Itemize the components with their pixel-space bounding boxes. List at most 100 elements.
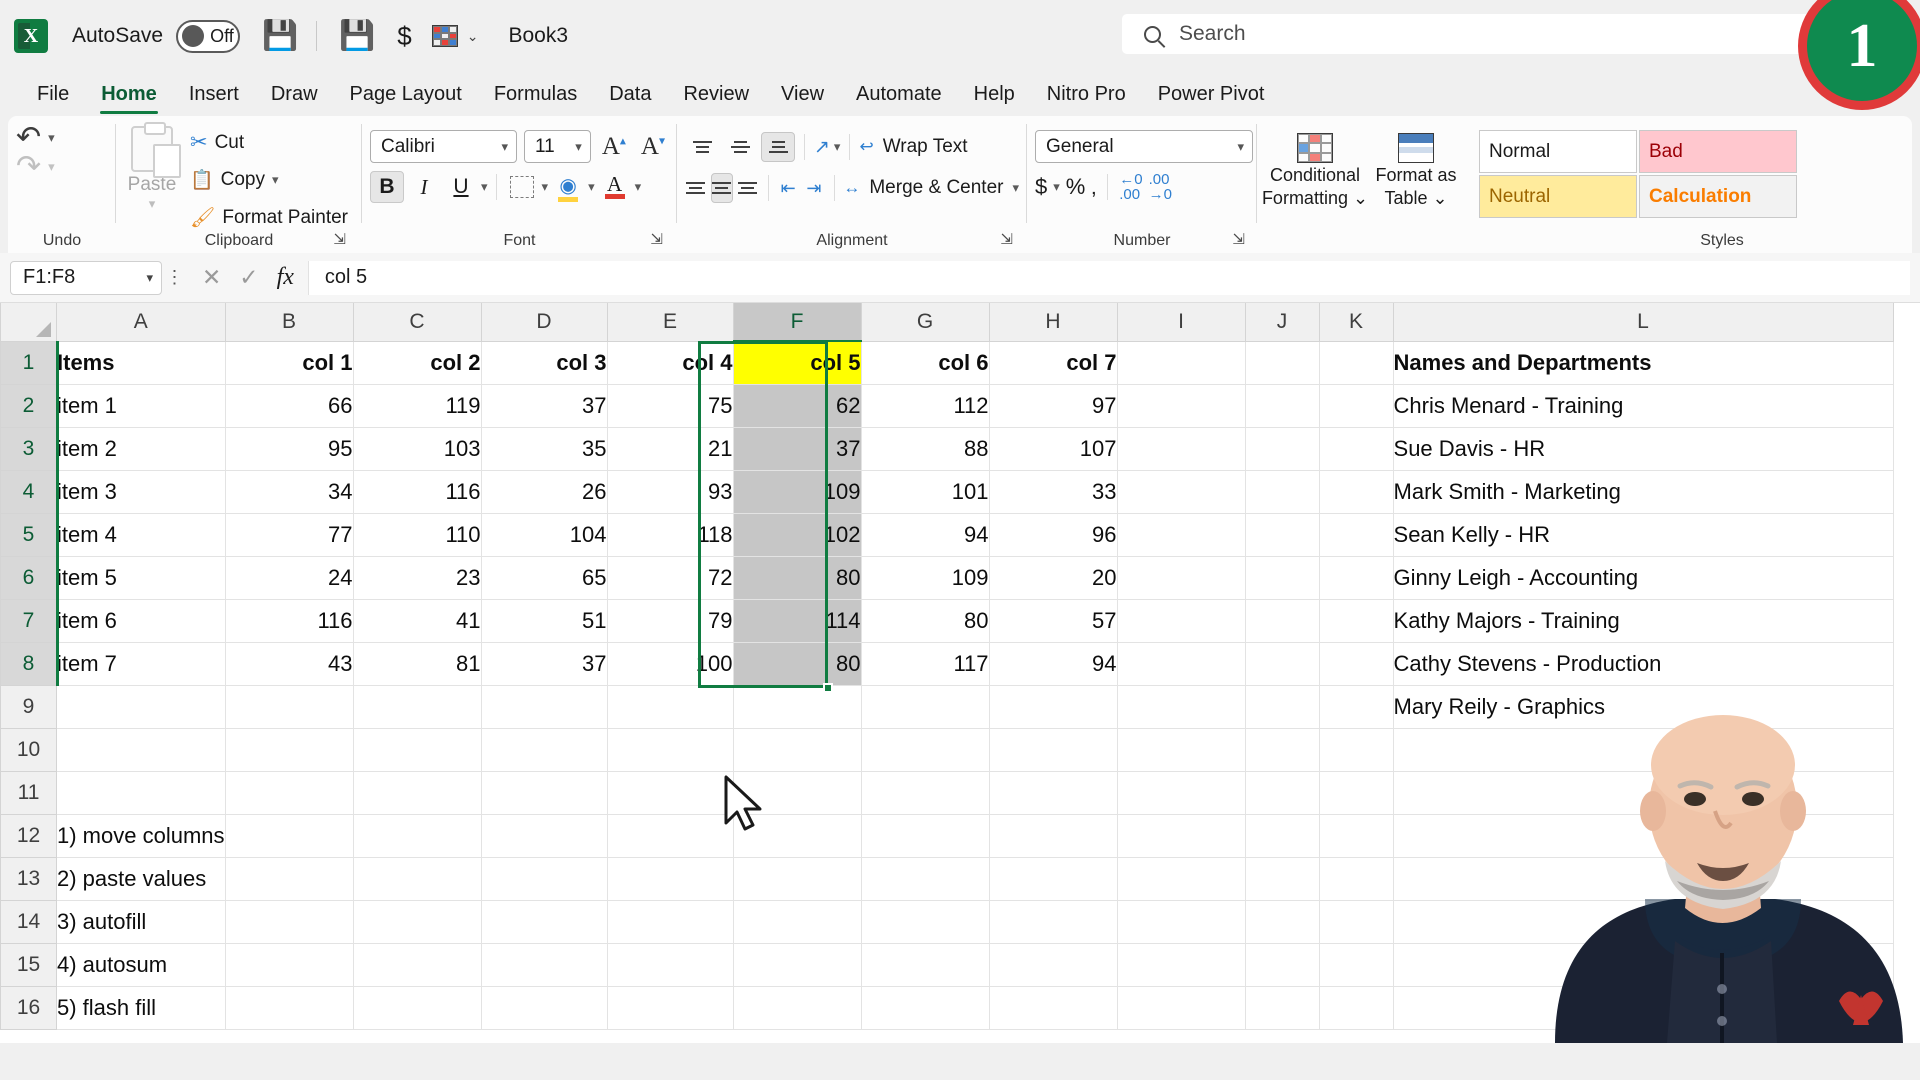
cell-f8[interactable]: 80: [733, 642, 861, 685]
insert-function-icon[interactable]: fx: [277, 264, 294, 291]
cell-d13[interactable]: [481, 857, 607, 900]
cell-i5[interactable]: [1117, 513, 1245, 556]
cell-h16[interactable]: [989, 986, 1117, 1029]
cell-c4[interactable]: 116: [353, 470, 481, 513]
cell-e10[interactable]: [607, 728, 733, 771]
cell-c7[interactable]: 41: [353, 599, 481, 642]
cell-f14[interactable]: [733, 900, 861, 943]
paste-button[interactable]: Paste ▾: [124, 122, 180, 212]
cell-d3[interactable]: 35: [481, 427, 607, 470]
cell-a11[interactable]: [57, 771, 226, 814]
cell-i4[interactable]: [1117, 470, 1245, 513]
align-bottom-button[interactable]: [761, 132, 795, 162]
cell-k2[interactable]: [1319, 384, 1393, 427]
cell-j14[interactable]: [1245, 900, 1319, 943]
cell-a14[interactable]: 3) autofill: [57, 900, 226, 943]
cell-j13[interactable]: [1245, 857, 1319, 900]
cell-e6[interactable]: 72: [607, 556, 733, 599]
cell-k7[interactable]: [1319, 599, 1393, 642]
tab-power-pivot[interactable]: Power Pivot: [1143, 79, 1280, 116]
cell-d11[interactable]: [481, 771, 607, 814]
row-header-6[interactable]: 6: [1, 556, 57, 599]
redo-button[interactable]: ↷ ▾: [16, 157, 55, 177]
cell-f4[interactable]: 109: [733, 470, 861, 513]
cut-button[interactable]: ✂ Cut: [184, 127, 354, 158]
cell-k16[interactable]: [1319, 986, 1393, 1029]
italic-button[interactable]: I: [407, 171, 441, 203]
cell-d10[interactable]: [481, 728, 607, 771]
cell-j8[interactable]: [1245, 642, 1319, 685]
cell-g4[interactable]: 101: [861, 470, 989, 513]
clipboard-dialog-launcher-icon[interactable]: ⇲: [333, 230, 346, 248]
cell-b7[interactable]: 116: [225, 599, 353, 642]
font-dialog-launcher-icon[interactable]: ⇲: [650, 230, 663, 248]
paste-chevron-down-icon[interactable]: ▾: [149, 196, 156, 212]
bold-button[interactable]: B: [370, 171, 404, 203]
cell-g9[interactable]: [861, 685, 989, 728]
cell-k9[interactable]: [1319, 685, 1393, 728]
cell-h7[interactable]: 57: [989, 599, 1117, 642]
cell-b10[interactable]: [225, 728, 353, 771]
cell-k12[interactable]: [1319, 814, 1393, 857]
column-header-d[interactable]: D: [481, 303, 607, 341]
style-bad[interactable]: Bad: [1639, 130, 1797, 173]
tab-formulas[interactable]: Formulas: [479, 79, 592, 116]
font-name-combo[interactable]: Calibri ▾: [370, 130, 517, 163]
tab-insert[interactable]: Insert: [174, 79, 254, 116]
tab-nitro-pro[interactable]: Nitro Pro: [1032, 79, 1141, 116]
accounting-chevron-down-icon[interactable]: ▾: [1053, 179, 1060, 195]
font-color-chevron-down-icon[interactable]: ▾: [635, 179, 642, 195]
cell-l1[interactable]: Names and Departments: [1393, 341, 1893, 384]
format-as-table-button[interactable]: Format as Table ⌄: [1369, 130, 1463, 212]
column-header-j[interactable]: J: [1245, 303, 1319, 341]
comma-format-button[interactable]: ‚: [1091, 174, 1096, 200]
cell-b5[interactable]: 77: [225, 513, 353, 556]
cell-g11[interactable]: [861, 771, 989, 814]
cell-h1[interactable]: col 7: [989, 341, 1117, 384]
cell-i11[interactable]: [1117, 771, 1245, 814]
cell-b12[interactable]: [225, 814, 353, 857]
cell-f2[interactable]: 62: [733, 384, 861, 427]
cell-g1[interactable]: col 6: [861, 341, 989, 384]
cell-i1[interactable]: [1117, 341, 1245, 384]
cell-g8[interactable]: 117: [861, 642, 989, 685]
merge-center-button[interactable]: ↔ Merge & Center ▾: [843, 177, 1019, 199]
cell-l3[interactable]: Sue Davis - HR: [1393, 427, 1893, 470]
copy-chevron-down-icon[interactable]: ▾: [272, 172, 279, 188]
tab-view[interactable]: View: [766, 79, 839, 116]
cell-a6[interactable]: item 5: [57, 556, 226, 599]
cell-b6[interactable]: 24: [225, 556, 353, 599]
decrease-indent-button[interactable]: ⇤: [777, 172, 799, 204]
align-center-button[interactable]: [711, 173, 733, 203]
cell-f1[interactable]: col 5: [733, 341, 861, 384]
column-header-l[interactable]: L: [1393, 303, 1893, 341]
cell-j11[interactable]: [1245, 771, 1319, 814]
cell-c5[interactable]: 110: [353, 513, 481, 556]
cell-a3[interactable]: item 2: [57, 427, 226, 470]
cell-i3[interactable]: [1117, 427, 1245, 470]
cell-b3[interactable]: 95: [225, 427, 353, 470]
cell-h11[interactable]: [989, 771, 1117, 814]
cell-d12[interactable]: [481, 814, 607, 857]
tab-draw[interactable]: Draw: [256, 79, 333, 116]
cell-i14[interactable]: [1117, 900, 1245, 943]
undo-button[interactable]: ↶ ▾: [16, 128, 55, 148]
cell-e2[interactable]: 75: [607, 384, 733, 427]
cell-h14[interactable]: [989, 900, 1117, 943]
cell-i16[interactable]: [1117, 986, 1245, 1029]
cell-j5[interactable]: [1245, 513, 1319, 556]
cell-f16[interactable]: [733, 986, 861, 1029]
column-header-c[interactable]: C: [353, 303, 481, 341]
cell-c11[interactable]: [353, 771, 481, 814]
cell-c6[interactable]: 23: [353, 556, 481, 599]
cell-g7[interactable]: 80: [861, 599, 989, 642]
number-format-combo[interactable]: General ▾: [1035, 130, 1253, 163]
cell-k4[interactable]: [1319, 470, 1393, 513]
cell-i6[interactable]: [1117, 556, 1245, 599]
cell-h5[interactable]: 96: [989, 513, 1117, 556]
cell-l7[interactable]: Kathy Majors - Training: [1393, 599, 1893, 642]
cell-e12[interactable]: [607, 814, 733, 857]
cell-a15[interactable]: 4) autosum: [57, 943, 226, 986]
underline-button[interactable]: U: [444, 171, 478, 203]
cell-c15[interactable]: [353, 943, 481, 986]
